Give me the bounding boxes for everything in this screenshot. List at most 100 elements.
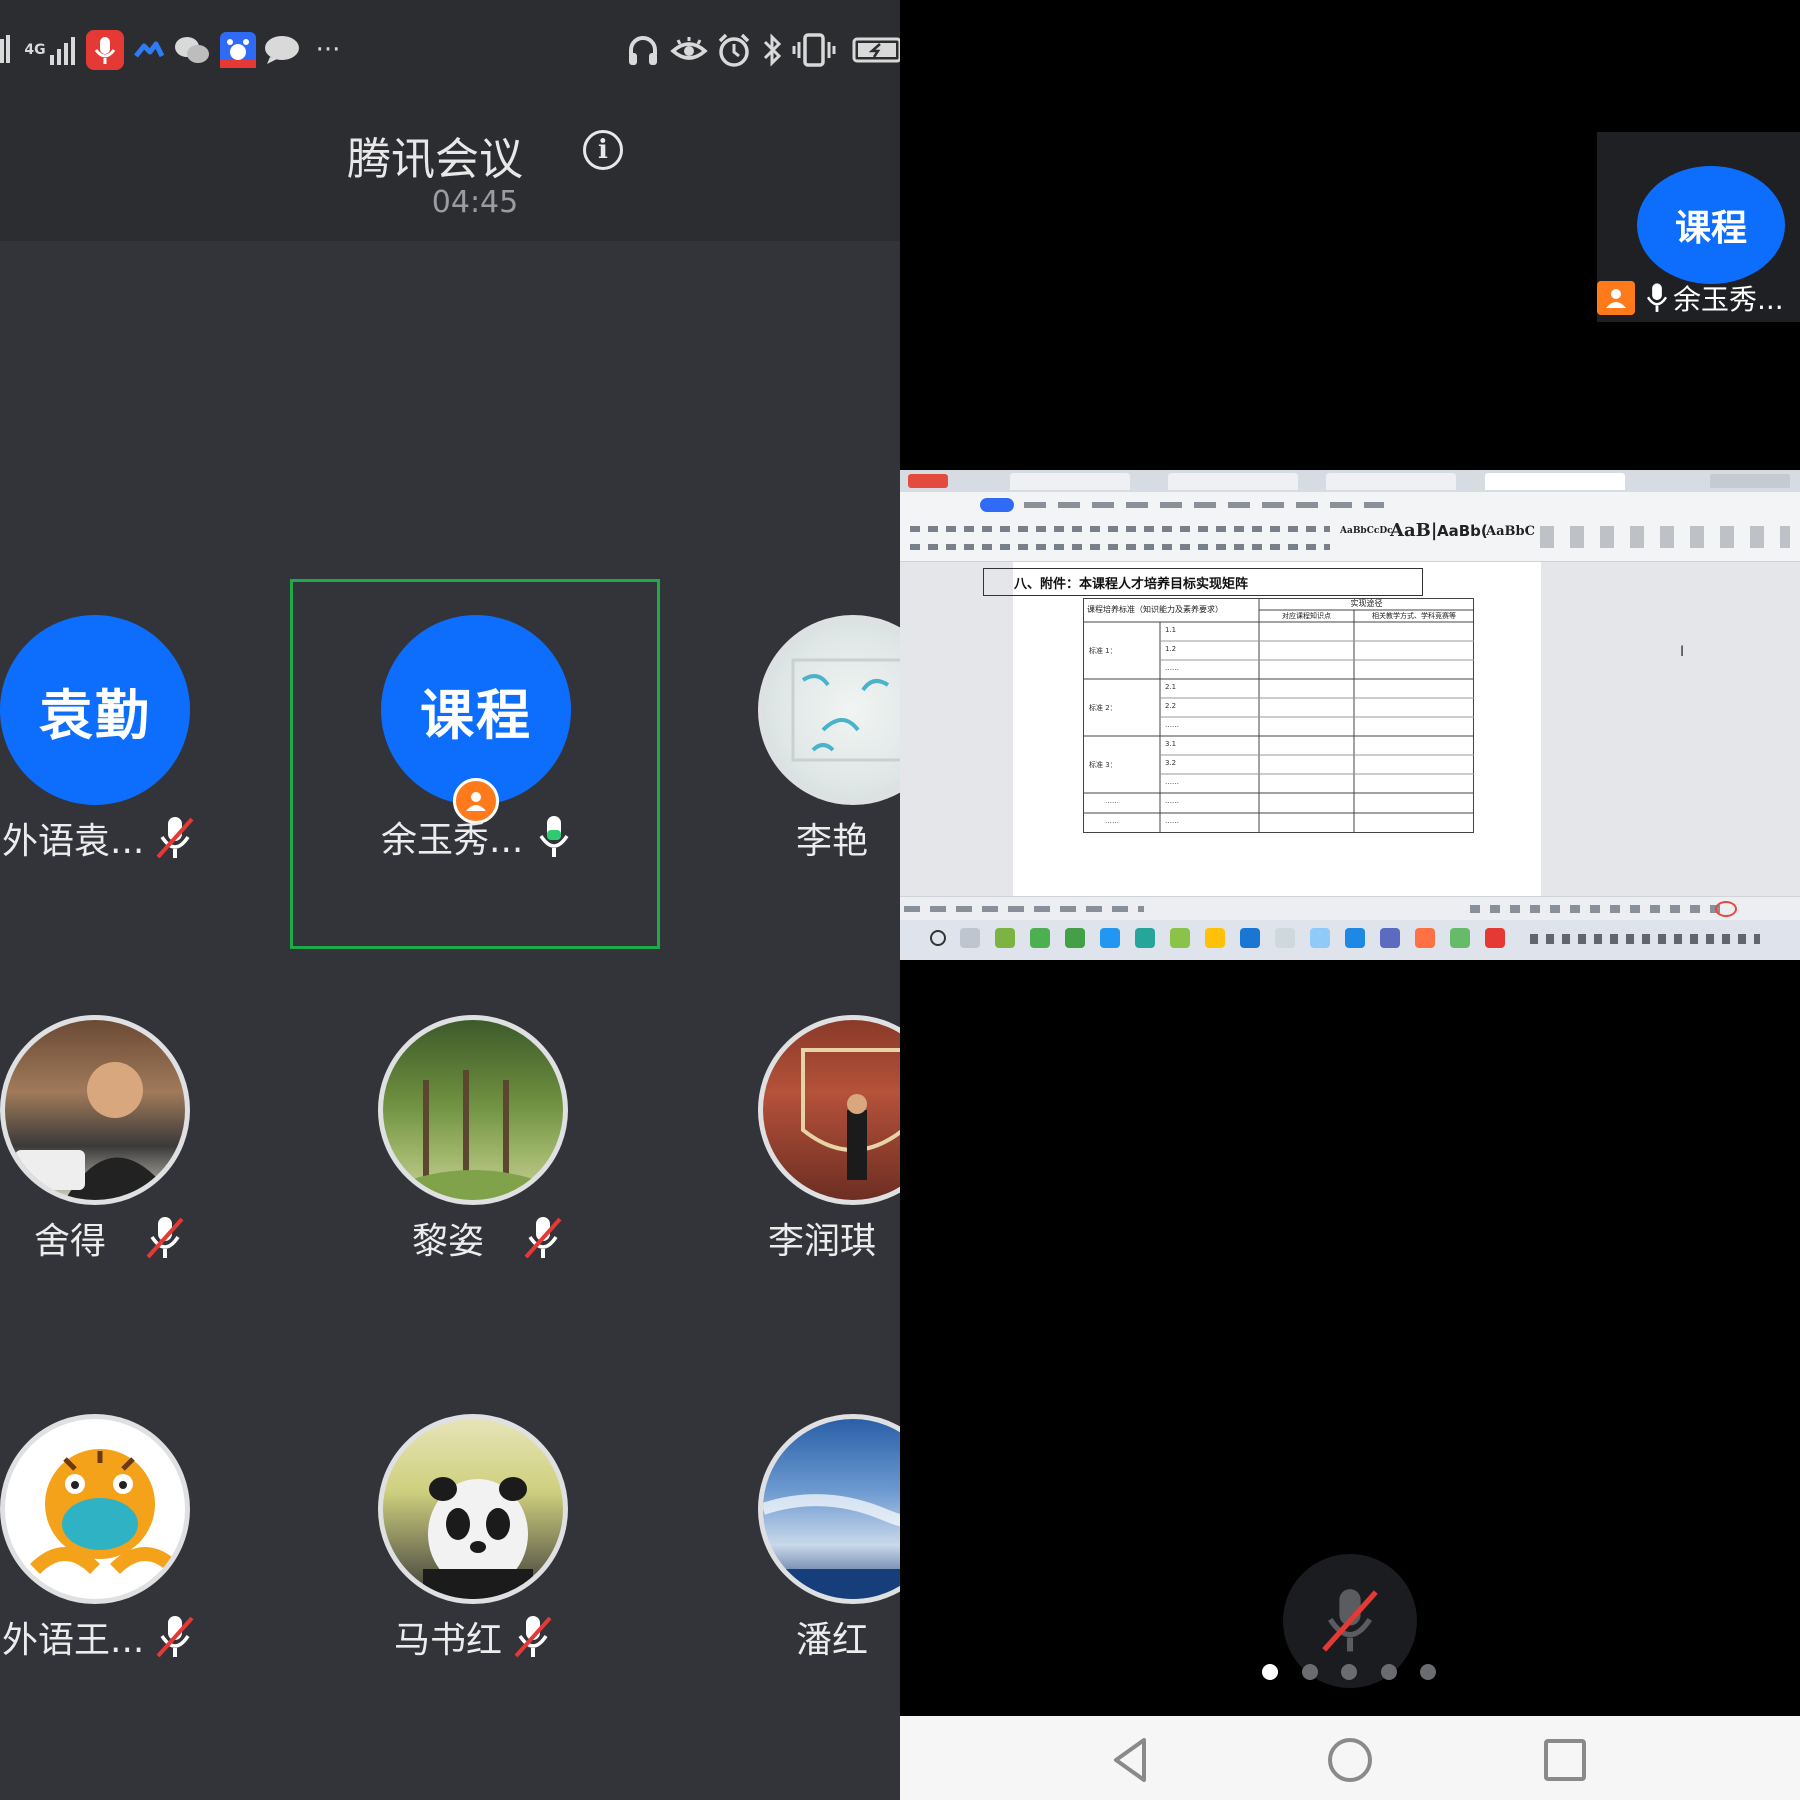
table-row-standard: 标准 3： [1089, 761, 1117, 769]
mic-muted-icon [146, 1217, 184, 1259]
participant-tile[interactable]: 舍得 [0, 979, 280, 1349]
page-indicator-dot[interactable] [1341, 1664, 1357, 1680]
screen-share-pane: 课程 余玉秀... AaBbCcDc AaB| AaBb( AaBbC 八、附件… [900, 0, 1800, 1800]
window-controls[interactable] [1710, 474, 1790, 488]
ribbon-tab-home[interactable] [980, 498, 1014, 512]
participant-avatar-image [0, 1414, 190, 1604]
document-page[interactable]: 八、附件：本课程人才培养目标实现矩阵 课程培养标准（知识能力及素养要求） 实现途… [983, 562, 1541, 896]
app-icon[interactable] [1380, 928, 1400, 948]
shared-screen[interactable]: AaBbCcDc AaB| AaBb( AaBbC 八、附件：本课程人才培养目标… [900, 470, 1800, 960]
app-icon[interactable] [1310, 928, 1330, 948]
table-cell: …… [1165, 817, 1179, 825]
participant-name: 黎姿 [412, 1221, 485, 1262]
participant-avatar-image [758, 1015, 900, 1205]
style-heading-2[interactable]: AaBb( [1437, 522, 1488, 540]
document-ribbon: AaBbCcDc AaB| AaBb( AaBbC [900, 492, 1800, 562]
mic-muted-icon [1322, 1589, 1378, 1652]
participant-tile[interactable]: 黎姿 [290, 979, 660, 1349]
meeting-title[interactable]: 腾讯会议 [0, 123, 900, 187]
ribbon-tab-bar[interactable] [1024, 502, 1384, 508]
participant-tile[interactable]: 袁勤 外语袁... [0, 579, 280, 949]
participant-avatar-image [758, 615, 900, 805]
meeting-elapsed-time: 04:45 [431, 185, 519, 220]
document-tab[interactable] [1010, 473, 1130, 490]
app-icon[interactable] [1415, 928, 1435, 948]
table-cell: …… [1165, 721, 1179, 729]
message-bubble-icon [264, 28, 300, 72]
app-icon[interactable] [1240, 928, 1260, 948]
recents-icon[interactable] [1537, 1732, 1593, 1788]
baidu-app-icon [220, 28, 256, 72]
page-indicator-dot[interactable] [1381, 1664, 1397, 1680]
search-icon[interactable] [930, 930, 946, 946]
participant-name: 潘红 [796, 1620, 869, 1661]
participant-name: 余玉秀... [381, 820, 524, 861]
speaker-video-thumbnail[interactable]: 课程 余玉秀... [1597, 132, 1800, 322]
table-row-standard: …… [1105, 797, 1119, 805]
back-icon[interactable] [1104, 1732, 1160, 1788]
app-icon[interactable] [1170, 928, 1190, 948]
matrix-table [1083, 598, 1474, 833]
participant-tile[interactable]: 马书红 [290, 1378, 660, 1748]
style-heading-3[interactable]: AaBbC [1486, 524, 1535, 539]
document-tab-active[interactable] [1485, 473, 1625, 490]
participant-grid: 袁勤 外语袁... 课程 余玉秀... 李艳 舍得 黎姿 李润琪 外语王... … [0, 241, 900, 1800]
table-cell: 3.2 [1165, 759, 1177, 767]
participant-avatar-image [378, 1414, 568, 1604]
participant-name: 李艳 [796, 821, 869, 862]
meeting-info-icon[interactable]: i [583, 130, 623, 170]
wps-app-icon[interactable] [1485, 928, 1505, 948]
ribbon-tools-right[interactable] [1540, 526, 1790, 548]
page-indicator-dot[interactable] [1420, 1664, 1436, 1680]
style-heading-1[interactable]: AaB| [1390, 520, 1437, 541]
ribbon-toolbar-row-1[interactable] [910, 526, 1330, 532]
mic-muted-icon [156, 817, 194, 859]
ribbon-toolbar-row-2[interactable] [910, 544, 1330, 550]
page-indicator-dot-active[interactable] [1262, 1664, 1278, 1680]
participant-tile-active-speaker[interactable]: 课程 余玉秀... [290, 579, 660, 949]
pip-name: 余玉秀... [1673, 283, 1784, 316]
page-indicator-dot[interactable] [1302, 1664, 1318, 1680]
participant-tile[interactable]: 李润琪 [670, 979, 900, 1349]
meeting-header: 腾讯会议 i 04:45 [0, 105, 900, 241]
signal-icon [0, 28, 10, 72]
text-cursor-icon: I [1680, 644, 1685, 660]
mic-muted-icon [156, 1616, 194, 1658]
status-bar: 4G ··· [0, 0, 900, 105]
document-tab[interactable] [1168, 473, 1298, 490]
app-icon[interactable] [1345, 928, 1365, 948]
taskview-icon[interactable] [960, 928, 980, 948]
view-controls[interactable] [1470, 905, 1730, 913]
participant-name-row: 外语王... [2, 1612, 198, 1662]
participant-name-row: 舍得 [34, 1213, 188, 1263]
meeting-participant-pane: 4G ··· 腾讯会议 i 04:45 袁勤 外语袁... 课程 余玉秀... … [0, 0, 900, 1800]
system-tray[interactable] [1530, 934, 1760, 944]
status-info [904, 906, 1144, 912]
more-notifications-icon: ··· [315, 35, 341, 65]
android-navigation-bar [900, 1716, 1800, 1800]
microphone-recording-icon [86, 28, 124, 72]
table-cell: 3.1 [1165, 740, 1177, 748]
app-icon[interactable] [1275, 928, 1295, 948]
home-icon[interactable] [1322, 1732, 1378, 1788]
app-icon[interactable] [995, 928, 1015, 948]
document-tabs [900, 470, 1800, 492]
style-normal[interactable]: AaBbCcDc [1340, 526, 1393, 536]
app-icon[interactable] [1030, 928, 1050, 948]
participant-avatar-image [378, 1015, 568, 1205]
participant-name-row: 李润琪 [768, 1213, 876, 1263]
document-tab[interactable] [1326, 473, 1456, 490]
app-icon[interactable] [1205, 928, 1225, 948]
app-icon[interactable] [1100, 928, 1120, 948]
participant-avatar-image [0, 1015, 190, 1205]
app-icon[interactable] [1065, 928, 1085, 948]
participant-tile[interactable]: 李艳 [670, 579, 900, 949]
app-icon[interactable] [1135, 928, 1155, 948]
participant-tile[interactable]: 潘红 [670, 1378, 900, 1748]
table-cell: …… [1165, 778, 1179, 786]
mobile-signal-icon: 4G [20, 28, 80, 72]
app-icon[interactable] [1450, 928, 1470, 948]
participant-name-row: 潘红 [796, 1612, 868, 1662]
host-icon [1597, 281, 1635, 315]
participant-tile[interactable]: 外语王... [0, 1378, 280, 1748]
